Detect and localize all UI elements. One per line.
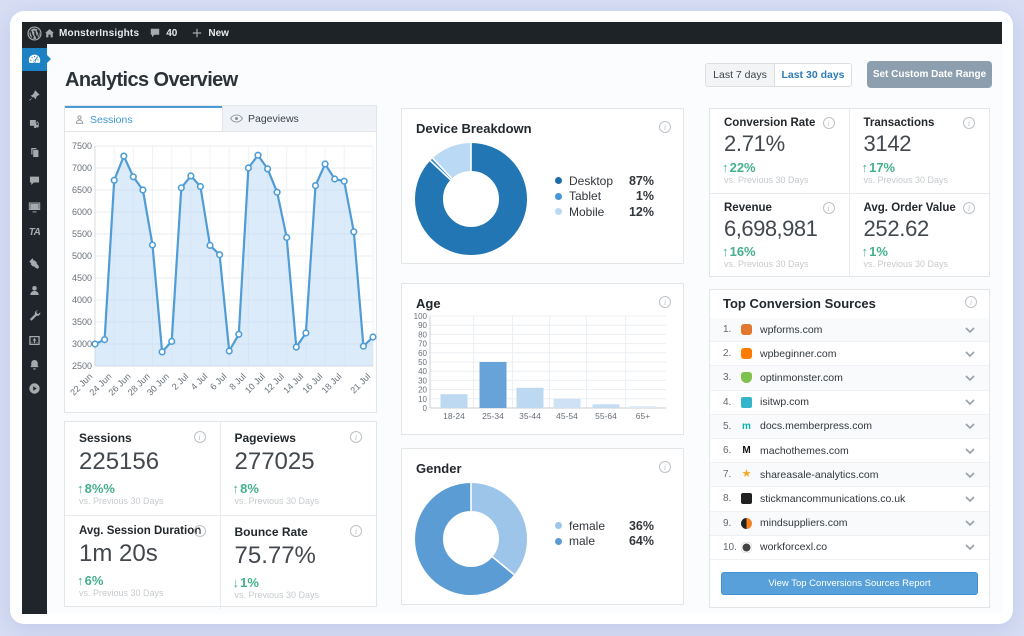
svg-text:60: 60 xyxy=(418,349,427,358)
svg-text:6000: 6000 xyxy=(72,207,92,217)
svg-text:5000: 5000 xyxy=(72,251,92,261)
svg-text:100: 100 xyxy=(414,312,428,321)
svg-text:45-54: 45-54 xyxy=(556,411,578,421)
svg-text:6 Jul: 6 Jul xyxy=(208,371,229,392)
svg-text:50: 50 xyxy=(418,358,427,367)
svg-text:35-44: 35-44 xyxy=(519,411,541,421)
svg-text:30: 30 xyxy=(418,376,427,385)
svg-text:70: 70 xyxy=(418,340,427,349)
svg-text:0: 0 xyxy=(423,404,428,413)
svg-text:65+: 65+ xyxy=(636,411,650,421)
svg-text:16 Jul: 16 Jul xyxy=(300,371,324,395)
svg-text:18 Jul: 18 Jul xyxy=(320,371,344,395)
svg-text:25-34: 25-34 xyxy=(482,411,504,421)
svg-text:7000: 7000 xyxy=(72,163,92,173)
svg-text:2 Jul: 2 Jul xyxy=(170,371,191,392)
svg-text:20: 20 xyxy=(418,386,427,395)
svg-text:55-64: 55-64 xyxy=(595,411,617,421)
svg-text:3500: 3500 xyxy=(72,317,92,327)
svg-text:3000: 3000 xyxy=(72,339,92,349)
svg-text:10: 10 xyxy=(418,395,427,404)
svg-text:7500: 7500 xyxy=(72,141,92,151)
svg-text:4 Jul: 4 Jul xyxy=(189,371,210,392)
svg-text:21 Jul: 21 Jul xyxy=(348,371,372,395)
svg-text:80: 80 xyxy=(418,330,427,339)
svg-text:90: 90 xyxy=(418,321,427,330)
svg-text:30 Jun: 30 Jun xyxy=(145,371,171,397)
svg-text:12 Jul: 12 Jul xyxy=(262,371,286,395)
svg-text:40: 40 xyxy=(418,367,427,376)
svg-text:4000: 4000 xyxy=(72,295,92,305)
svg-text:18-24: 18-24 xyxy=(443,411,465,421)
svg-text:10 Jul: 10 Jul xyxy=(243,371,267,395)
svg-text:4500: 4500 xyxy=(72,273,92,283)
svg-text:6500: 6500 xyxy=(72,185,92,195)
svg-text:2500: 2500 xyxy=(72,361,92,371)
svg-text:5500: 5500 xyxy=(72,229,92,239)
svg-text:14 Jul: 14 Jul xyxy=(281,371,305,395)
